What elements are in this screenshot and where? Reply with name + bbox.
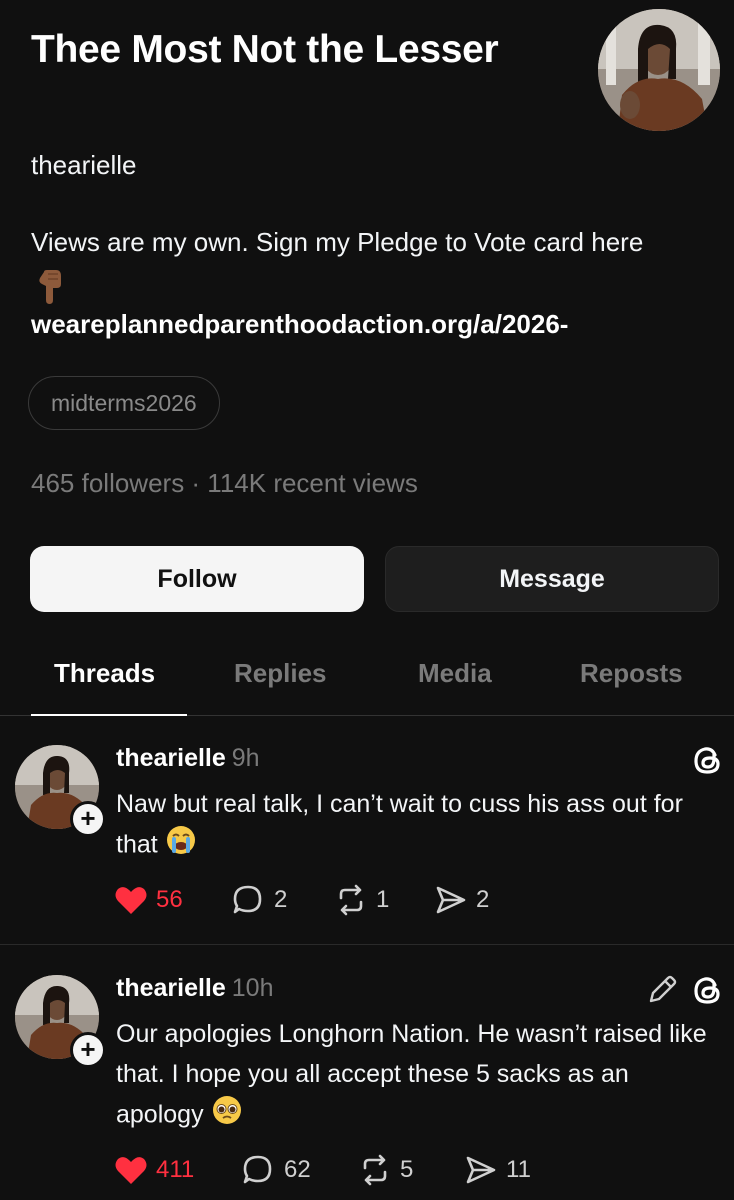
like-count: 411: [156, 1156, 195, 1183]
share-count: 11: [506, 1156, 531, 1183]
post-username[interactable]: thearielle: [116, 744, 226, 772]
post-text: Naw but real talk, I can’t wait to cuss …: [116, 784, 716, 868]
pencil-icon[interactable]: [645, 973, 679, 1007]
profile-name: Thee Most Not the Lesser: [31, 28, 499, 71]
post-username[interactable]: thearielle: [116, 974, 226, 1002]
profile-avatar[interactable]: [598, 9, 720, 131]
comment-icon: [243, 1155, 272, 1184]
like-button[interactable]: 411: [114, 1154, 194, 1186]
reply-count: 2: [274, 886, 288, 913]
profile-page: Thee Most Not the Lesser thearielle View…: [0, 0, 734, 1200]
share-count: 2: [476, 886, 490, 913]
like-count: 56: [156, 886, 183, 913]
avatar-photo: [598, 9, 720, 131]
tab-reposts[interactable]: Reposts: [580, 658, 683, 689]
loudly-crying-face-emoji: [165, 824, 197, 868]
pointing-down-emoji: [36, 270, 66, 304]
reply-button[interactable]: 62: [242, 1154, 311, 1186]
repost-button[interactable]: 1: [334, 884, 389, 916]
follow-plus-button[interactable]: +: [70, 1032, 106, 1068]
repost-icon: [339, 884, 363, 916]
threads-logo-icon[interactable]: [690, 972, 726, 1008]
threads-logo-icon[interactable]: [690, 742, 726, 778]
post-text-content: Naw but real talk, I can’t wait to cuss …: [116, 790, 683, 859]
send-icon: [466, 1156, 496, 1184]
repost-count: 1: [376, 886, 390, 913]
post-time: 10h: [231, 974, 274, 1002]
profile-stats[interactable]: 465 followers · 114K recent views: [31, 468, 418, 499]
tab-media[interactable]: Media: [418, 658, 492, 689]
topic-tag-chip[interactable]: midterms2026: [28, 376, 220, 430]
repost-button[interactable]: 5: [358, 1154, 413, 1186]
like-button[interactable]: 56: [114, 884, 183, 916]
post-header: thearielle 9h: [116, 744, 260, 773]
profile-link[interactable]: weareplannedparenthoodaction.org/a/2026-: [31, 309, 568, 340]
reply-count: 62: [284, 1156, 311, 1183]
profile-bio: Views are my own. Sign my Pledge to Vote…: [31, 227, 644, 257]
post-header: thearielle 10h: [116, 974, 274, 1003]
message-button[interactable]: Message: [385, 546, 719, 612]
pleading-face-emoji: [211, 1094, 243, 1138]
send-icon: [436, 886, 466, 914]
post-text-content: Our apologies Longhorn Nation. He wasn’t…: [116, 1020, 707, 1129]
reply-button[interactable]: 2: [232, 884, 287, 916]
profile-handle: thearielle: [31, 150, 137, 180]
follow-button[interactable]: Follow: [30, 546, 364, 612]
post-divider: [0, 944, 734, 945]
share-button[interactable]: 2: [434, 884, 489, 916]
share-button[interactable]: 11: [464, 1154, 531, 1186]
active-tab-indicator: [31, 714, 187, 716]
heart-filled-icon: [115, 887, 147, 914]
repost-count: 5: [400, 1156, 414, 1183]
heart-filled-icon: [115, 1157, 147, 1184]
post-text: Our apologies Longhorn Nation. He wasn’t…: [116, 1014, 716, 1138]
comment-icon: [233, 885, 262, 914]
tab-replies[interactable]: Replies: [234, 658, 327, 689]
repost-icon: [363, 1154, 387, 1186]
post-time: 9h: [231, 744, 260, 772]
follow-plus-button[interactable]: +: [70, 801, 106, 837]
tab-threads[interactable]: Threads: [54, 658, 155, 689]
